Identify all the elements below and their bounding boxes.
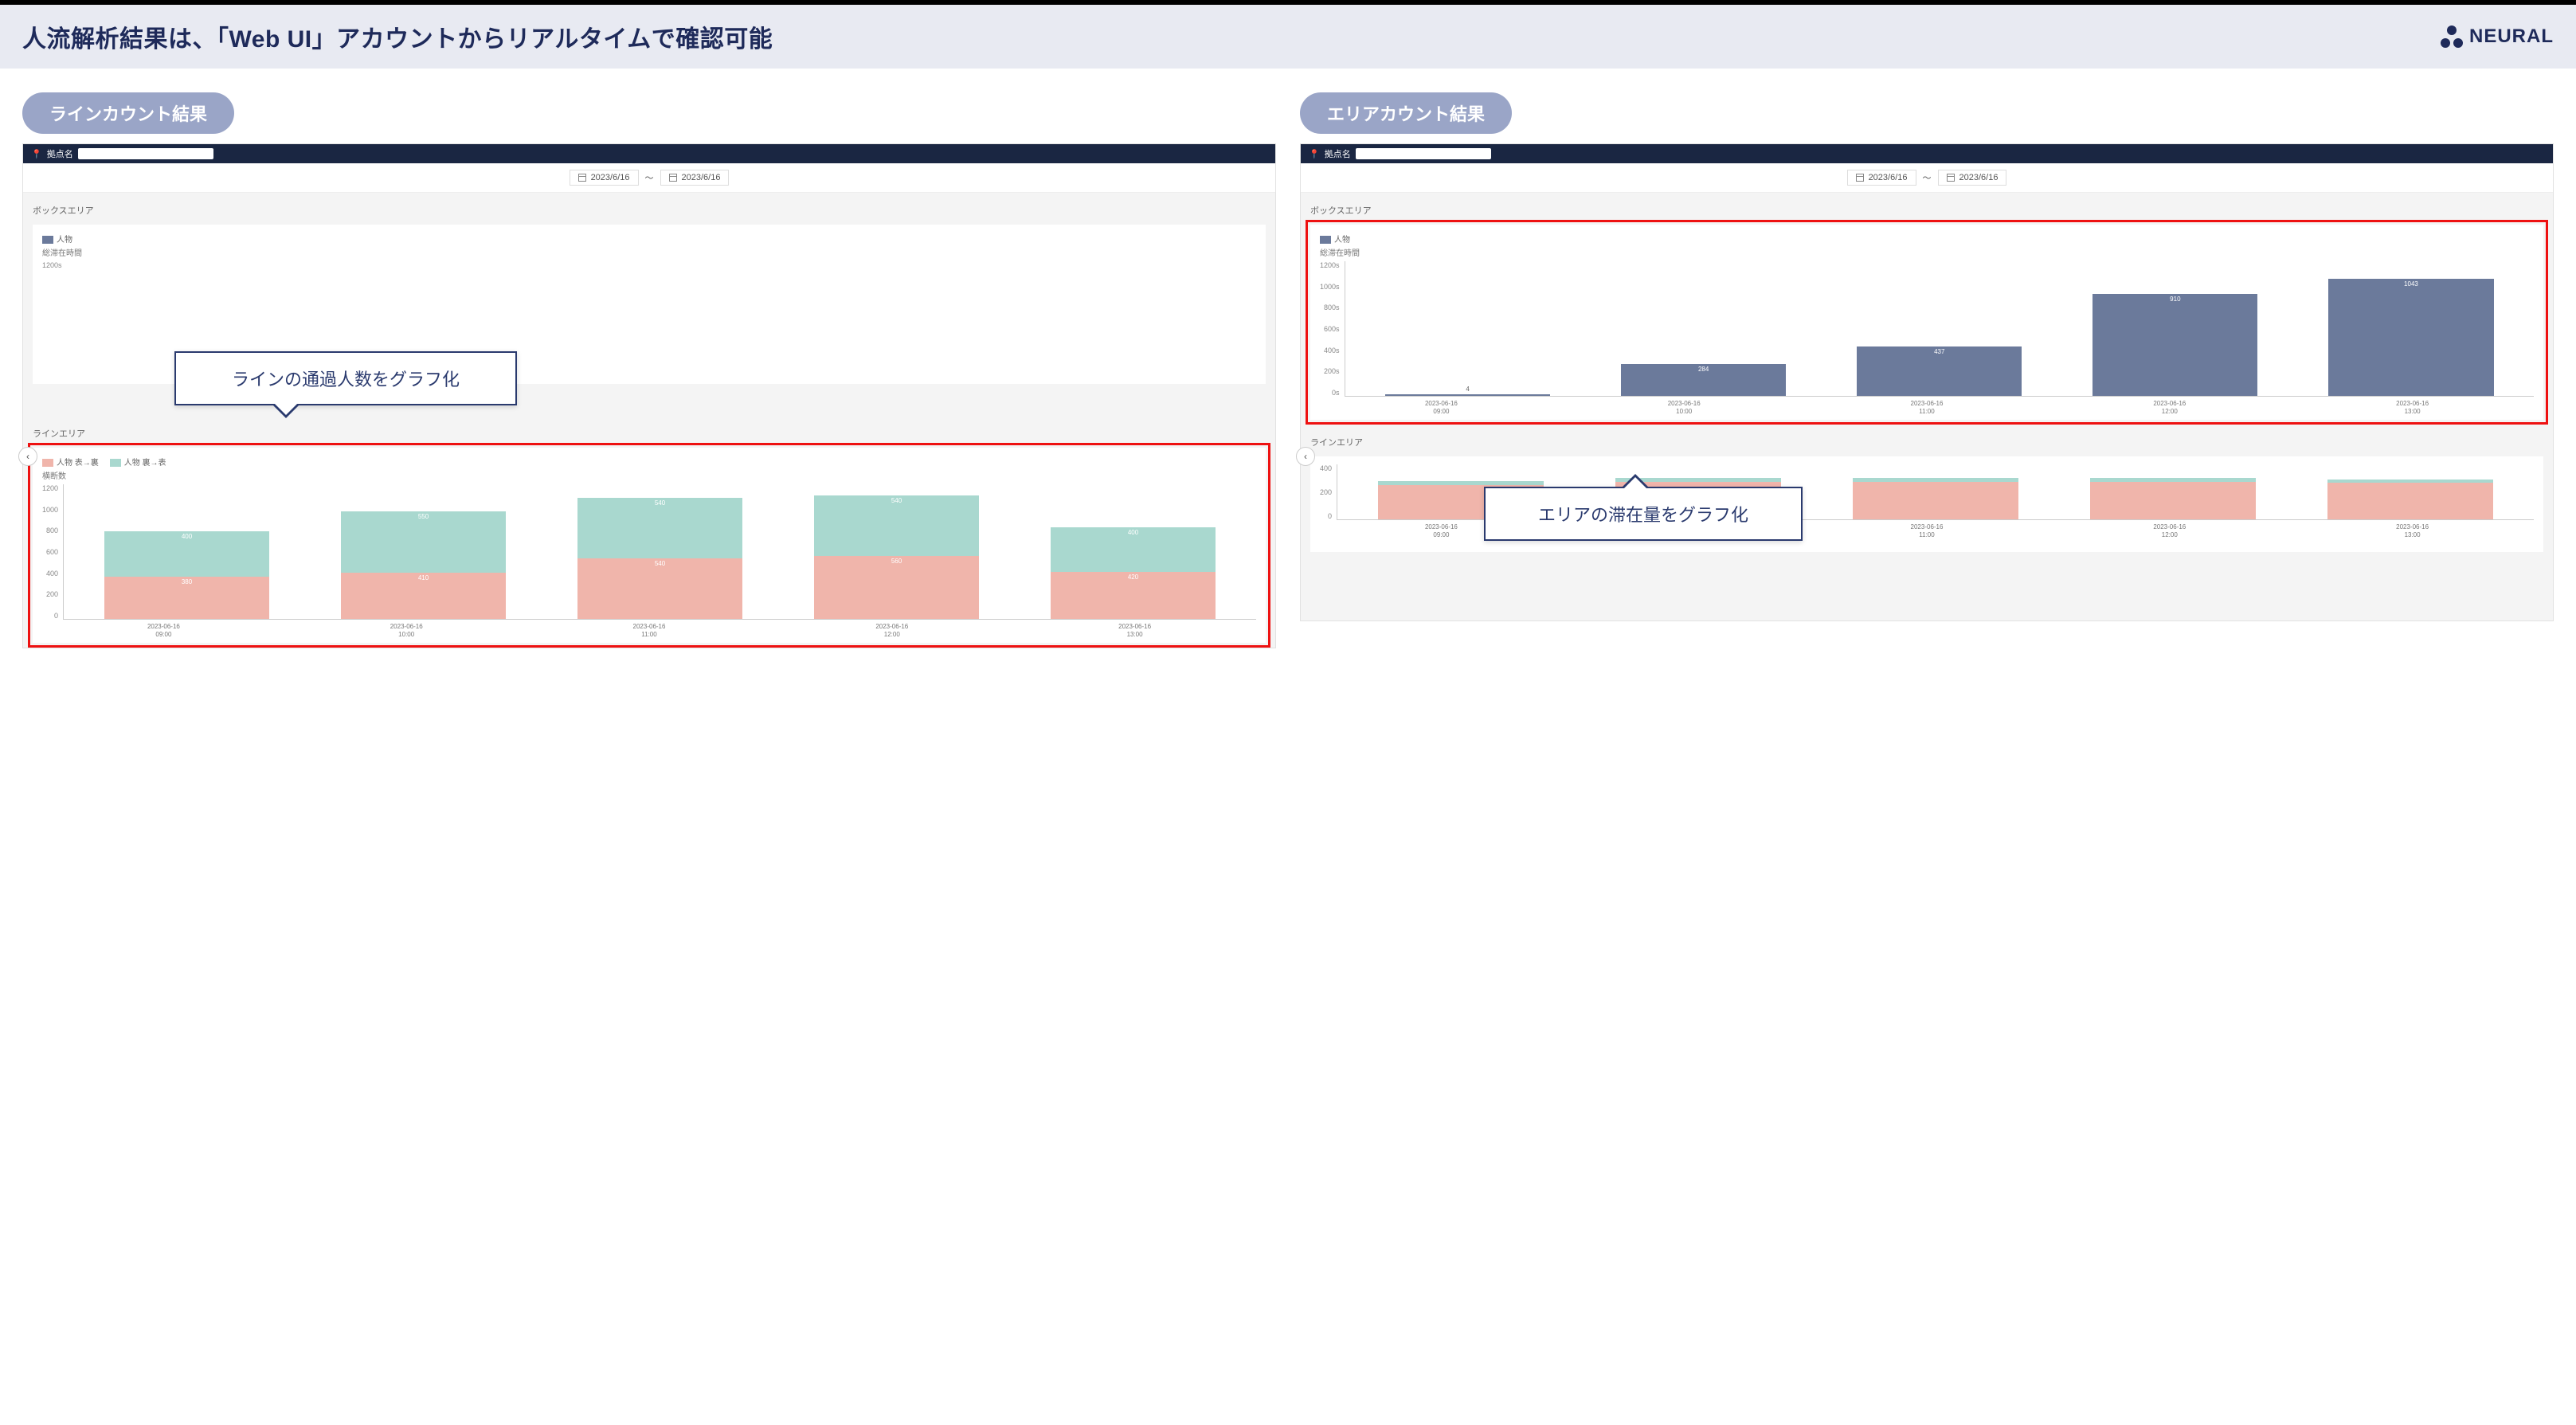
date-from-text: 2023/6/16: [1869, 173, 1908, 182]
left-line-chart: 120010008006004002000 400380550410540540…: [42, 484, 1256, 620]
left-line-chart-card: 人物 表→裏 人物 裏→表 横断数 120010008006004002000 …: [33, 448, 1266, 643]
y-axis: 1200s1000s800s600s400s200s0s: [1320, 261, 1345, 397]
brand-text: NEURAL: [2469, 25, 2554, 48]
left-callout-text: ラインの通過人数をグラフ化: [232, 370, 460, 390]
legend-item: 人物 表→裏: [57, 459, 99, 468]
right-pill: エリアカウント結果: [1300, 92, 1512, 134]
right-box-ytitle: 総滞在時間: [1320, 246, 2534, 258]
left-panel: 📍 拠点名 2023/6/16 ～ 2023/6/16 ボックスエリア 人物: [22, 143, 1276, 648]
calendar-icon: [1947, 174, 1955, 182]
left-line-section-label: ラインエリア: [23, 416, 1275, 443]
pin-icon: 📍: [1309, 149, 1320, 159]
date-from-text: 2023/6/16: [591, 173, 630, 182]
date-to-text: 2023/6/16: [1959, 173, 1999, 182]
brand-logo-icon: [2441, 25, 2463, 48]
date-to-text: 2023/6/16: [682, 173, 721, 182]
calendar-icon: [578, 174, 586, 182]
calendar-icon: [669, 174, 677, 182]
title-band: 人流解析結果は、「Web UI」アカウントからリアルタイムで確認可能 NEURA…: [0, 5, 2576, 69]
page-title: 人流解析結果は、「Web UI」アカウントからリアルタイムで確認可能: [22, 19, 773, 54]
x-axis-labels: 2023-06-1609:002023-06-1610:002023-06-16…: [42, 623, 1256, 638]
right-panel-header: 📍 拠点名: [1301, 144, 2553, 163]
calendar-icon: [1856, 174, 1864, 182]
left-column: ラインカウント結果 📍 拠点名 2023/6/16 ～ 2023/6/16 ボッ…: [22, 92, 1276, 648]
left-panel-header: 📍 拠点名: [23, 144, 1275, 163]
location-input[interactable]: [78, 148, 213, 159]
date-from-input[interactable]: 2023/6/16: [570, 170, 639, 186]
y-axis: 4002000: [1320, 464, 1337, 520]
left-date-row: 2023/6/16 ～ 2023/6/16: [23, 163, 1275, 193]
right-box-chart-card: 人物 総滞在時間 1200s1000s800s600s400s200s0s 42…: [1310, 225, 2543, 420]
right-callout-text: エリアの滞在量をグラフ化: [1538, 505, 1748, 525]
right-line-section-label: ラインエリア: [1301, 425, 2553, 452]
location-input[interactable]: [1356, 148, 1491, 159]
right-box-section-label: ボックスエリア: [1301, 193, 2553, 220]
right-box-chart: 1200s1000s800s600s400s200s0s 42844379101…: [1320, 261, 2534, 397]
left-pill: ラインカウント結果: [22, 92, 234, 134]
y-axis: 120010008006004002000: [42, 484, 63, 620]
brand: NEURAL: [2441, 25, 2554, 48]
date-to-input[interactable]: 2023/6/16: [660, 170, 730, 186]
left-callout: ラインの通過人数をグラフ化: [174, 351, 517, 405]
nav-prev-button[interactable]: ‹: [1296, 447, 1315, 466]
left-box-section-label: ボックスエリア: [23, 193, 1275, 220]
x-axis-labels: 2023-06-1609:002023-06-1610:002023-06-16…: [1320, 400, 2534, 415]
loc-label: 拠点名: [47, 147, 73, 160]
right-callout: エリアの滞在量をグラフ化: [1484, 487, 1803, 541]
legend-item: 人物: [57, 236, 72, 245]
right-column: エリアカウント結果 📍 拠点名 2023/6/16 ～ 2023/6/16 ボッ…: [1300, 92, 2554, 621]
left-line-ytitle: 横断数: [42, 469, 1256, 481]
date-from-input[interactable]: 2023/6/16: [1847, 170, 1916, 186]
left-box-legend: 人物: [42, 233, 1256, 245]
left-box-ytitle: 総滞在時間: [42, 246, 1256, 258]
date-separator: ～: [645, 171, 654, 184]
legend-item: 人物: [1334, 236, 1350, 245]
date-separator: ～: [1923, 171, 1932, 184]
loc-label: 拠点名: [1325, 147, 1351, 160]
pin-icon: 📍: [31, 149, 42, 159]
legend-item: 人物 裏→表: [124, 459, 166, 468]
nav-prev-button[interactable]: ‹: [18, 447, 37, 466]
right-panel: 📍 拠点名 2023/6/16 ～ 2023/6/16 ボックスエリア: [1300, 143, 2554, 621]
right-date-row: 2023/6/16 ～ 2023/6/16: [1301, 163, 2553, 193]
date-to-input[interactable]: 2023/6/16: [1938, 170, 2007, 186]
right-box-legend: 人物: [1320, 233, 2534, 245]
plot-area: 42844379101043: [1345, 261, 2534, 397]
left-line-legend: 人物 表→裏 人物 裏→表: [42, 456, 1256, 468]
left-box-ytick: 1200s: [42, 261, 1256, 269]
plot-area: 400380550410540540540560400420: [63, 484, 1256, 620]
